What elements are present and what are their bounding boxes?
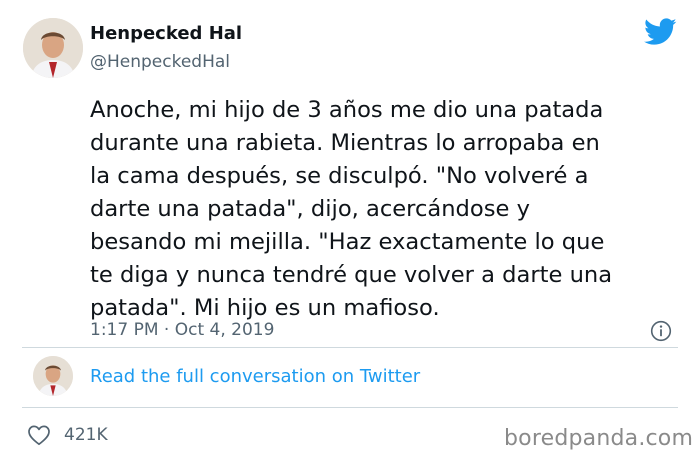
divider: [22, 347, 678, 348]
avatar-image: [23, 18, 83, 78]
author-handle[interactable]: @HenpeckedHal: [90, 51, 230, 73]
tweet-date: Oct 4, 2019: [174, 320, 275, 340]
tweet-time: 1:17 PM: [90, 320, 159, 340]
small-avatar-image: [33, 356, 73, 396]
small-avatar[interactable]: [33, 356, 73, 396]
tweet-text: Anoche, mi hijo de 3 años me dio una pat…: [90, 97, 613, 321]
heart-icon[interactable]: [27, 424, 51, 446]
watermark: boredpanda.com: [504, 426, 694, 451]
divider: [22, 407, 678, 408]
author-display-name[interactable]: Henpecked Hal: [90, 23, 242, 45]
timestamp-separator: ·: [163, 320, 170, 340]
avatar[interactable]: [23, 18, 83, 78]
twitter-bird-icon[interactable]: [644, 18, 677, 46]
info-icon[interactable]: [650, 320, 672, 342]
tweet-timestamp[interactable]: 1:17 PM · Oct 4, 2019: [90, 318, 274, 342]
like-count: 421K: [64, 425, 108, 445]
read-conversation-link[interactable]: Read the full conversation on Twitter: [90, 365, 420, 389]
